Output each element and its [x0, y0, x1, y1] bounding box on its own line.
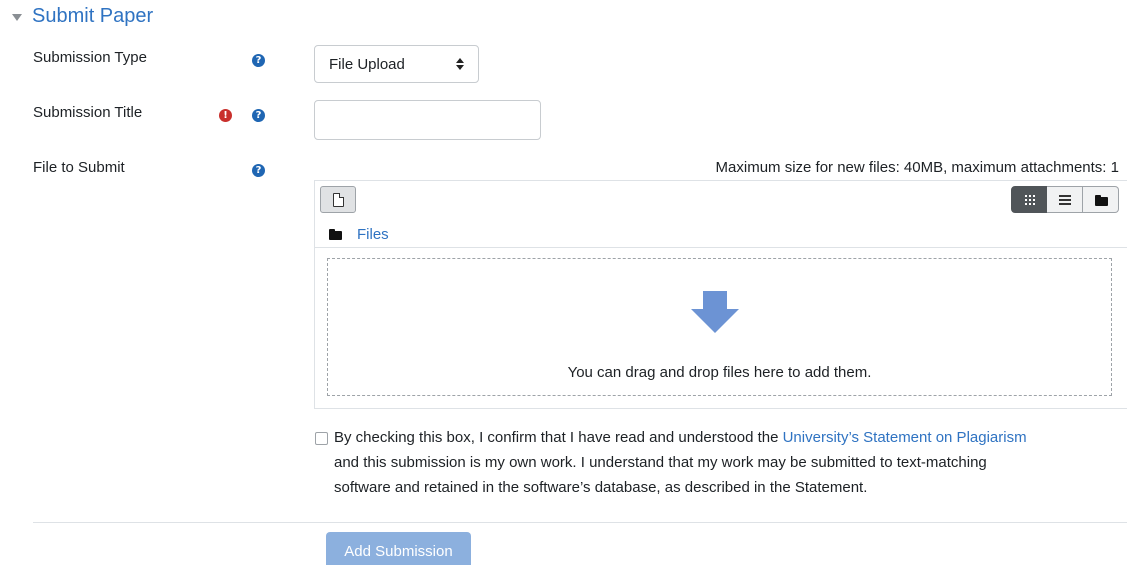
submission-type-label: Submission Type [33, 49, 147, 66]
file-to-submit-help-icon[interactable]: ? [252, 164, 265, 177]
submission-type-value: File Upload [329, 56, 405, 73]
view-tree-button[interactable] [1083, 186, 1119, 213]
plagiarism-confirm-checkbox[interactable] [315, 432, 328, 445]
section-title[interactable]: Submit Paper [32, 5, 153, 28]
submission-type-help-icon[interactable]: ? [252, 54, 265, 67]
file-manager-divider [314, 247, 1127, 248]
view-list-button[interactable] [1047, 186, 1083, 213]
select-arrows-icon [456, 57, 464, 71]
grid-icon [1025, 195, 1035, 205]
view-mode-group [1011, 186, 1119, 213]
submission-type-select[interactable]: File Upload [314, 45, 479, 83]
submission-title-input[interactable] [314, 100, 541, 140]
submission-title-label: Submission Title [33, 104, 143, 121]
statement-line-2: and this submission is my own work. I un… [334, 454, 987, 471]
statement-line-1: By checking this box, I confirm that I h… [334, 428, 1027, 448]
statement-line-3: software and retained in the software’s … [334, 479, 868, 496]
drop-zone-text: You can drag and drop files here to add … [567, 364, 872, 381]
folder-icon [1095, 195, 1108, 206]
required-icon: ! [219, 109, 232, 122]
plagiarism-statement-link[interactable]: University’s Statement on Plagiarism [783, 429, 1027, 446]
list-icon [1059, 195, 1071, 205]
max-size-note: Maximum size for new files: 40MB, maximu… [715, 159, 1119, 176]
add-submission-button[interactable]: Add Submission [326, 532, 471, 565]
view-icons-button[interactable] [1011, 186, 1047, 213]
form-divider [33, 522, 1127, 523]
collapse-toggle-icon[interactable] [12, 14, 22, 21]
statement-text: By checking this box, I confirm that I h… [334, 429, 783, 446]
files-path-link[interactable]: Files [357, 226, 389, 243]
file-to-submit-label: File to Submit [33, 159, 125, 176]
add-file-button[interactable] [320, 186, 356, 213]
file-icon [333, 193, 344, 207]
submission-title-help-icon[interactable]: ? [252, 109, 265, 122]
drop-arrow-icon [691, 291, 739, 333]
folder-icon [329, 229, 342, 240]
